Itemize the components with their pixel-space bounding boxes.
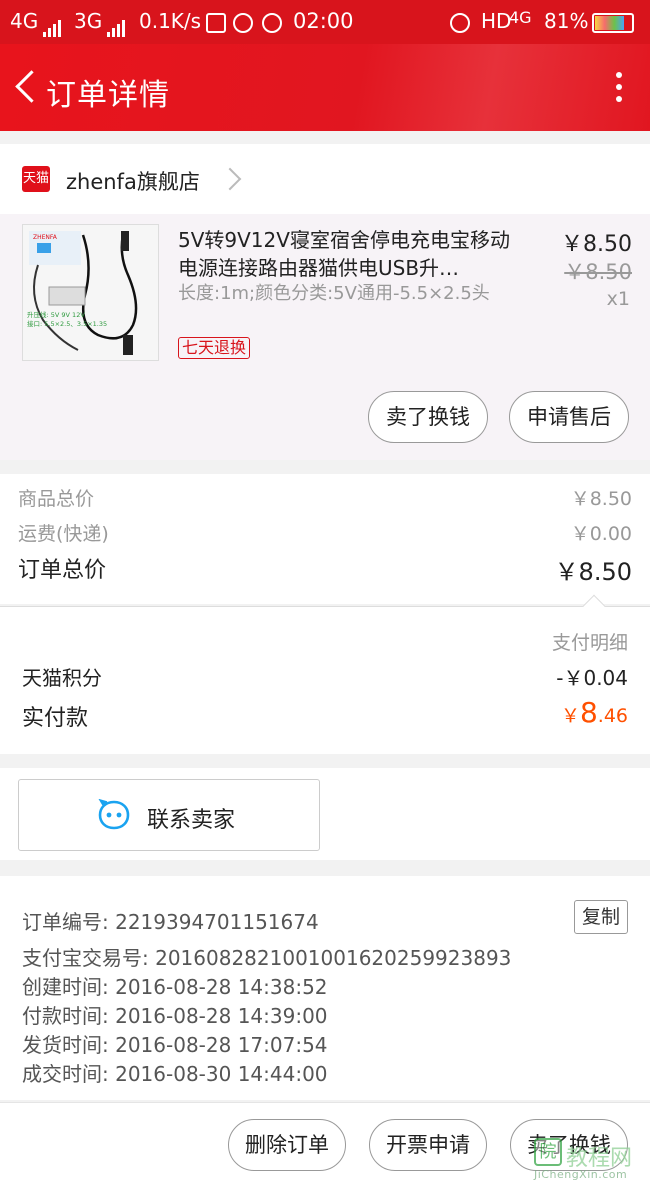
product-image-icon: ZHENFA 升压线: 5V 9V 12V 接口: 5.5×2.5、3.5×1.… (23, 225, 158, 360)
order-info: 订单编号: 2219394701151674 复制 支付宝交易号: 201608… (0, 876, 650, 1100)
sim-icon (206, 11, 226, 35)
order-item[interactable]: ZHENFA 升压线: 5V 9V 12V 接口: 5.5×2.5、3.5×1.… (0, 214, 650, 460)
points-row: 天猫积分 -￥0.04 (22, 662, 628, 691)
app-icon (233, 11, 253, 35)
watermark-url: JiChengXin.com (534, 1168, 628, 1181)
thumb-line1: 升压线: 5V 9V 12V (27, 310, 85, 319)
goods-total-row: 商品总价 ￥8.50 (18, 484, 632, 511)
completed-time: 2016-08-30 14:44:00 (115, 1062, 328, 1086)
goods-total-value: ￥8.50 (570, 488, 632, 510)
watermark: 院 教程网 JiChengXin.com (528, 1134, 650, 1182)
signal-icon (107, 13, 127, 37)
paid-row: 实付款 ￥8.46 (22, 696, 628, 732)
order-number-row: 订单编号: 2219394701151674 (22, 906, 319, 935)
paid-currency: ￥ (560, 705, 580, 727)
divider (0, 606, 650, 607)
shipped-label: 发货时间: (22, 1033, 109, 1057)
shipped-time: 2016-08-28 17:07:54 (115, 1033, 328, 1057)
hd-label: HD (481, 9, 512, 33)
created-time: 2016-08-28 14:38:52 (115, 975, 328, 999)
points-value: -￥0.04 (556, 666, 628, 690)
product-sku: 长度:1m;颜色分类:5V通用-5.5×2.5头 (178, 283, 490, 304)
paid-integer: 8 (579, 696, 598, 729)
watermark-logo-icon: 院 (534, 1138, 562, 1166)
app-header: 订单详情 (0, 44, 650, 131)
created-label: 创建时间: (22, 975, 109, 999)
battery-icon (592, 11, 634, 35)
completed-label: 成交时间: (22, 1062, 109, 1086)
paid-time-label: 付款时间: (22, 1004, 109, 1028)
paid-decimal: .46 (597, 705, 628, 727)
order-number-label: 订单编号: (22, 910, 109, 934)
created-row: 创建时间: 2016-08-28 14:38:52 (22, 971, 328, 1000)
shipping-row: 运费(快递) ￥0.00 (18, 519, 632, 546)
network-speed: 0.1K/s (139, 9, 202, 33)
sell-for-cash-button[interactable]: 卖了换钱 (368, 391, 488, 443)
return-policy-badge: 七天退换 (178, 337, 251, 359)
invoice-request-button[interactable]: 开票申请 (369, 1119, 487, 1171)
order-number: 2219394701151674 (115, 910, 319, 934)
thumb-line2: 接口: 5.5×2.5、3.5×1.35 (27, 319, 107, 328)
paid-amount: ￥8.46 (561, 696, 628, 729)
product-title[interactable]: 5V转9V12V寝室宿舍停电充电宝移动电源连接路由器猫供电USB升… (178, 226, 518, 282)
copy-button[interactable]: 复制 (574, 900, 628, 934)
thumb-brand-text: ZHENFA (33, 234, 58, 241)
shop-row[interactable]: 天猫 zhenfa旗舰店 (0, 144, 650, 214)
tmall-logo-icon: 天猫 (22, 166, 50, 192)
product-price: ￥8.50 (561, 232, 632, 257)
after-sales-button[interactable]: 申请售后 (509, 391, 629, 443)
goods-total-label: 商品总价 (18, 488, 95, 510)
qq-icon (262, 11, 282, 35)
shop-name[interactable]: zhenfa旗舰店 (66, 166, 200, 196)
back-arrow-icon[interactable] (8, 64, 44, 110)
payment-detail: 支付明细 天猫积分 -￥0.04 实付款 ￥8.46 (0, 594, 650, 754)
product-thumbnail[interactable]: ZHENFA 升压线: 5V 9V 12V 接口: 5.5×2.5、3.5×1.… (22, 224, 159, 361)
payment-detail-label: 支付明细 (551, 632, 628, 654)
order-total-label: 订单总价 (18, 558, 107, 583)
points-label: 天猫积分 (22, 666, 102, 690)
network-4g-label: 4G (10, 9, 39, 33)
chat-bubble-icon (98, 799, 130, 830)
contact-seller-label: 联系卖家 (147, 808, 236, 833)
shipping-value: ￥0.00 (570, 523, 632, 545)
completed-row: 成交时间: 2016-08-30 14:44:00 (22, 1058, 328, 1087)
paid-time-row: 付款时间: 2016-08-28 14:39:00 (22, 1000, 328, 1029)
paid-label: 实付款 (22, 706, 89, 731)
alipay-label: 支付宝交易号: (22, 946, 149, 970)
order-total-row: 订单总价 ￥8.50 (18, 552, 632, 586)
network-3g-label: 3G (74, 9, 103, 33)
signal-icon (43, 13, 63, 37)
order-total-value: ￥8.50 (554, 558, 632, 586)
network-4g-label: 4G (509, 8, 532, 27)
battery-percent: 81% (544, 9, 589, 33)
alarm-icon (450, 11, 470, 35)
alipay-row: 支付宝交易号: 2016082821001001620259923893 (22, 942, 511, 971)
contact-section: 联系卖家 (0, 768, 650, 860)
price-summary: 商品总价 ￥8.50 运费(快递) ￥0.00 订单总价 ￥8.50 (0, 474, 650, 604)
product-original-price: ￥8.50 (564, 260, 632, 284)
shipped-row: 发货时间: 2016-08-28 17:07:54 (22, 1029, 328, 1058)
clock: 02:00 (293, 9, 354, 33)
paid-time: 2016-08-28 14:39:00 (115, 1004, 328, 1028)
product-quantity: x1 (606, 288, 630, 310)
status-bar: 4G 3G 0.1K/s 02:00 HD 4G 81% (0, 0, 650, 44)
page-title: 订单详情 (46, 78, 170, 113)
delete-order-button[interactable]: 删除订单 (228, 1119, 346, 1171)
contact-seller-button[interactable]: 联系卖家 (18, 779, 320, 851)
shipping-label: 运费(快递) (18, 523, 109, 545)
more-vertical-icon[interactable] (614, 72, 624, 106)
chevron-right-icon (218, 167, 242, 191)
alipay-number: 2016082821001001620259923893 (155, 946, 512, 970)
